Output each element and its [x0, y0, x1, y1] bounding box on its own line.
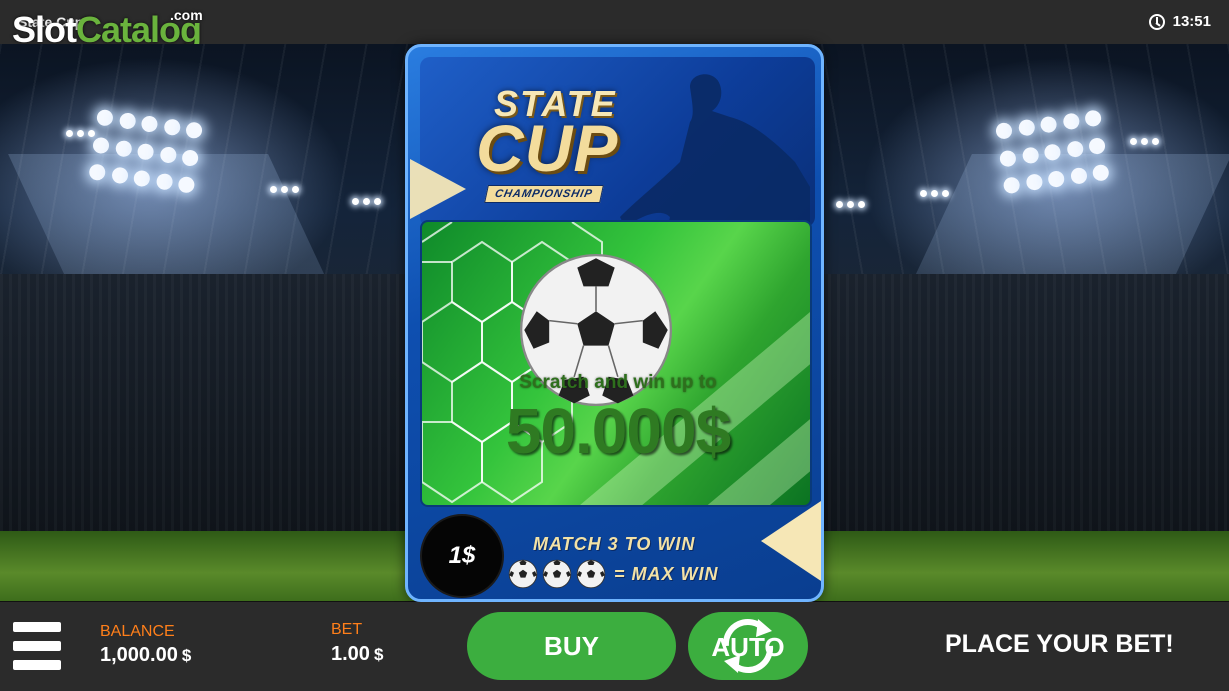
decorative-triangle [761, 501, 821, 581]
status-message: PLACE YOUR BET! [945, 630, 1174, 658]
slotcatalog-logo: SlotCatalog .com [12, 8, 203, 48]
small-floodlight [1130, 138, 1164, 148]
scratch-card: STATE CUP CHAMPIONSHIP Scratch and win u… [405, 44, 824, 602]
bet-display[interactable]: 1.00 $ [331, 643, 383, 666]
soccer-ball-icon [508, 559, 538, 589]
hamburger-menu-icon[interactable] [13, 622, 61, 670]
balance-unit: $ [181, 646, 192, 665]
clock: 13:51 [1148, 13, 1211, 30]
bet-unit: $ [373, 645, 384, 664]
scratch-area[interactable]: Scratch and win up to 50.000$ [420, 220, 812, 507]
bottom-bar: BALANCE 1,000.00 $ BET 1.00 $ BUY AUTO PLA… [0, 602, 1229, 691]
small-floodlight [66, 130, 100, 140]
small-floodlight [352, 198, 386, 208]
floodlight-left [87, 108, 207, 204]
card-header: STATE CUP CHAMPIONSHIP [420, 57, 815, 227]
match-rule-text: MATCH 3 TO WIN [533, 534, 696, 554]
decorative-triangle [410, 159, 466, 219]
balance-value: 1,000.00 [100, 644, 178, 666]
balance-display: 1,000.00 $ [100, 644, 191, 667]
title-cup: CUP [476, 111, 619, 185]
auto-play-button[interactable]: AUTO [688, 612, 808, 680]
small-floodlight [836, 201, 870, 211]
top-bar: State Cup SlotCatalog .com 13:51 [0, 0, 1229, 48]
small-floodlight [920, 190, 954, 200]
logo-dotcom-text: .com [170, 7, 203, 23]
balance-label: BALANCE [100, 623, 175, 640]
scratch-max-prize: 50.000$ [505, 395, 731, 467]
small-floodlight [270, 186, 304, 196]
auto-label: AUTO [711, 632, 785, 662]
scratch-prompt: Scratch and win up to [519, 372, 717, 393]
max-win-text: = MAX WIN [614, 563, 719, 584]
title-championship: CHAMPIONSHIP [484, 185, 604, 203]
floodlight-right [994, 109, 1115, 204]
clock-icon [1148, 13, 1165, 30]
soccer-ball-icon [542, 559, 572, 589]
bet-value: 1.00 [331, 643, 370, 665]
soccer-ball-icon [576, 559, 606, 589]
ticket-price-badge: 1$ [420, 514, 504, 598]
buy-button[interactable]: BUY [467, 612, 676, 680]
clock-time: 13:51 [1172, 13, 1211, 30]
bet-label: BET [331, 621, 363, 638]
player-silhouette-icon [620, 74, 810, 227]
max-win-rule: = MAX WIN [508, 559, 719, 589]
